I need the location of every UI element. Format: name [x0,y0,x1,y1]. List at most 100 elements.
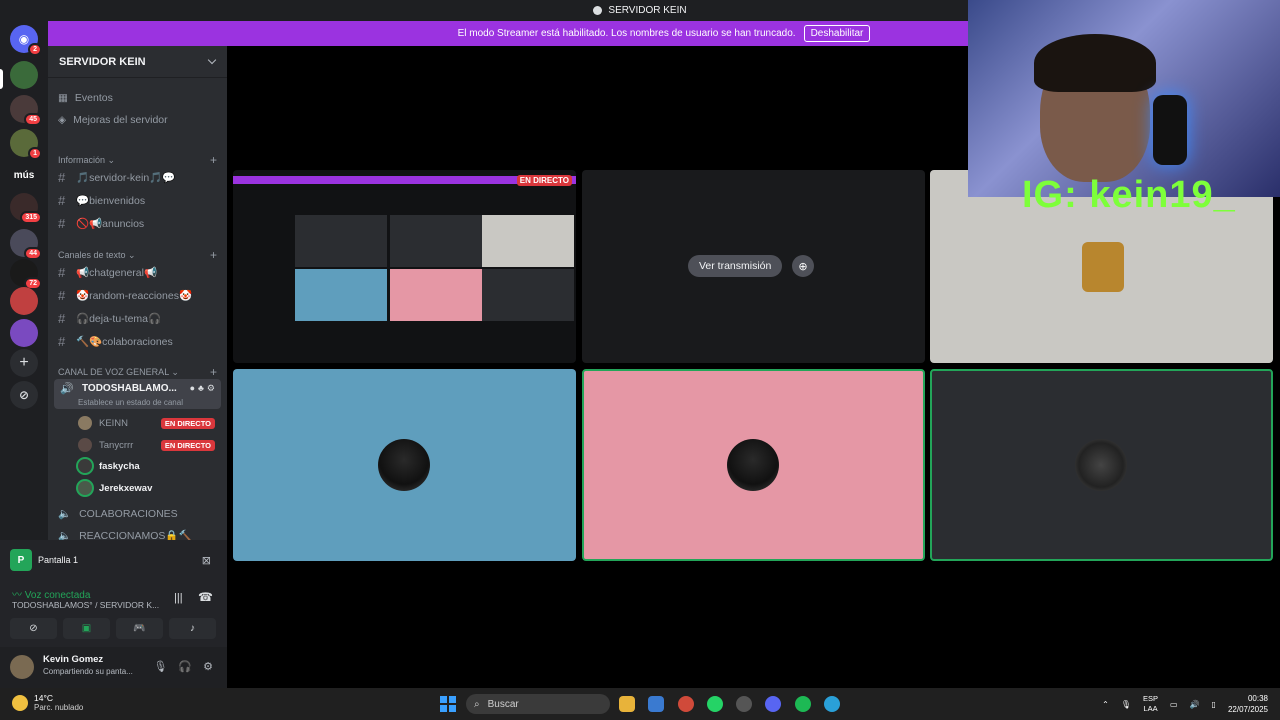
hash-icon: # [58,288,66,303]
soundboard-button[interactable]: ♪ [169,618,216,639]
disable-streamer-button[interactable]: Deshabilitar [803,25,871,42]
instagram-overlay-text: IG: kein19_ [1022,174,1236,216]
whatsapp-icon[interactable] [707,696,723,712]
invite-icon[interactable]: ♣ [198,383,204,394]
member-name: KEINN [99,417,129,429]
chrome-icon[interactable] [678,696,694,712]
add-server-icon[interactable]: + [10,349,38,377]
obs-icon[interactable] [736,696,752,712]
boosts-item[interactable]: ◈ Mejoras del servidor [58,114,168,126]
member-name: Tanycrrr [99,439,134,451]
category-text[interactable]: Canales de texto ⌄ + [58,248,217,262]
stream-tile-blue[interactable] [233,369,576,561]
network-icon[interactable]: ▭ [1170,700,1178,709]
spotify-icon[interactable] [795,696,811,712]
voice-panel: P Pantalla 1 ⊠ 〰 Voz conectada TODOSHABL… [0,540,227,688]
channel-colaboraciones[interactable]: # 🔨🎨colaboraciones [58,334,173,349]
server-mus[interactable]: mús [10,161,38,189]
watch-stream-button[interactable]: Ver transmisión [688,255,783,277]
events-item[interactable]: ▦ Eventos [58,92,113,104]
battery-icon[interactable]: ▯ [1212,700,1216,709]
noise-suppression-icon[interactable]: ||| [174,592,183,604]
channel-deja-tu-tema[interactable]: # 🎧deja-tu-tema🎧 [58,311,161,326]
layout-code: LAA [1143,704,1158,713]
category-voice[interactable]: CANAL DE VOZ GENERAL ⌄ + [58,365,217,379]
microphone-icon[interactable]: 🎙 [153,660,167,673]
mini-tile [390,215,482,267]
server-icon[interactable]: 1 [10,129,42,160]
voice-connected-channel[interactable]: TODOSHABLAMOS° / SERVIDOR K... [12,600,159,610]
language-indicator[interactable]: ESP LAA [1143,694,1158,714]
windows-start-icon[interactable] [440,696,456,712]
chevron-up-icon[interactable]: ⌃ [1102,700,1109,709]
channel-chatgeneral[interactable]: # 📢chatgeneral📢 [58,265,157,280]
voice-channel-reaccionamos[interactable]: 🔈 REACCIONAMOS🔒🔨 [58,529,192,540]
server-icon[interactable] [10,287,38,315]
stream-tile-pink[interactable] [582,369,925,561]
search-placeholder: Buscar [487,698,519,710]
notepad-icon[interactable] [648,696,664,712]
voice-member[interactable]: faskycha [78,459,140,473]
weather-icon [12,694,28,711]
channel-bienvenidos[interactable]: # 💬bienvenidos [58,193,145,208]
category-info[interactable]: Información ⌄ + [58,153,217,167]
volume-icon[interactable]: 🔊 [1190,700,1200,709]
server-icon[interactable]: 315 [10,193,42,224]
avatar [78,438,92,452]
server-icon[interactable]: 72 [10,259,42,290]
camera-off-button[interactable]: ⊘ [10,618,57,639]
stream-tile-screenshare[interactable]: EN DIRECTO [233,170,576,363]
taskbar-search[interactable]: ⌕ Buscar [466,694,610,714]
hash-icon: # [58,334,66,349]
weather-widget[interactable]: 14°C Parc. nublado [12,693,83,712]
add-channel-icon[interactable]: + [210,248,217,262]
chevron-down-icon [207,55,217,65]
discover-icon[interactable]: ⊘ [10,381,38,409]
voice-channel-status[interactable]: Establece un estado de canal [78,398,183,407]
gear-icon[interactable]: ⚙ [203,660,213,673]
voice-connected-label[interactable]: 〰 Voz conectada [12,586,90,601]
disconnect-icon[interactable]: ☎ [198,590,213,604]
user-name[interactable]: Kevin Gomez [43,654,103,665]
stream-tile-dark[interactable] [930,369,1273,561]
stop-stream-icon[interactable]: ⊠ [202,554,211,567]
screen-label: Pantalla 1 [38,555,79,565]
add-channel-icon[interactable]: + [210,365,217,379]
server-icon[interactable] [10,319,38,347]
edge-icon[interactable] [824,696,840,712]
server-name: SERVIDOR KEIN [59,55,146,68]
headphones-icon[interactable]: 🎧 [178,660,192,673]
screen-share-info[interactable]: P Pantalla 1 [10,549,78,571]
server-icon[interactable]: 44 [10,229,42,260]
add-stream-icon[interactable]: ⊕ [792,255,814,277]
voice-member[interactable]: Jerekxewav [78,481,152,495]
category-label: Canales de texto [58,249,126,260]
channel-anuncios[interactable]: # 🚫📢anuncios [58,216,144,231]
voice-member[interactable]: KEINN [78,416,128,430]
voice-channel-colaboraciones[interactable]: 🔈 COLABORACIONES [58,507,178,521]
voice-channel-active[interactable]: 🔊 TODOSHABLAMO... Establece un estado de… [54,379,221,409]
channel-servidor-kein[interactable]: # 🎵servidor-kein🎵💬 [58,170,175,185]
discord-icon[interactable] [765,696,781,712]
server-icon[interactable]: 45 [10,95,42,126]
file-explorer-icon[interactable] [619,696,635,712]
add-channel-icon[interactable]: + [210,153,217,167]
chat-icon[interactable]: ● [190,383,195,394]
channel-label: 🤡random-reacciones🤡 [76,290,193,302]
avatar [727,439,779,491]
share-screen-button[interactable]: ▣ [63,618,110,639]
channel-random-reacciones[interactable]: # 🤡random-reacciones🤡 [58,288,192,303]
avatar[interactable] [10,655,34,679]
speaker-icon: 🔈 [58,508,72,520]
server-icon[interactable] [10,61,38,89]
voice-member[interactable]: Tanycrrr [78,438,133,452]
date: 22/07/2025 [1227,705,1268,714]
server-header[interactable]: SERVIDOR KEIN [48,46,227,78]
microphone-icon[interactable]: 🎙 [1121,700,1131,709]
gear-icon[interactable]: ⚙ [207,383,215,394]
user-status: Compartiendo su panta... [43,667,133,676]
discord-home-button[interactable]: ◉ 2 [10,25,42,56]
clock[interactable]: 00:38 22/07/2025 [1228,693,1268,715]
activities-button[interactable]: 🎮 [116,618,163,639]
member-name: faskycha [99,460,140,472]
